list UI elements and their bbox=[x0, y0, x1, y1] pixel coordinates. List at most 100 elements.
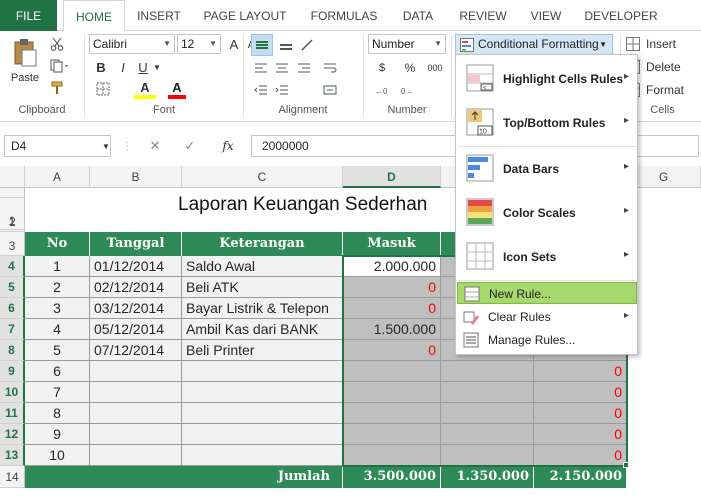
row-header-6[interactable]: 6 bbox=[0, 298, 25, 319]
row-header-12[interactable]: 12 bbox=[0, 424, 25, 445]
borders-icon[interactable] bbox=[92, 80, 114, 98]
cell-tanggal[interactable] bbox=[90, 445, 182, 466]
cell-f[interactable]: 0 bbox=[534, 361, 627, 382]
chevron-down-icon[interactable]: ▼ bbox=[101, 139, 111, 153]
cancel-entry-icon[interactable]: ✕ bbox=[145, 136, 165, 156]
cell-keterangan[interactable]: Bayar Listrik & Telepon bbox=[182, 298, 343, 319]
cell-masuk[interactable]: 0 bbox=[343, 298, 441, 319]
cell-tanggal[interactable] bbox=[90, 424, 182, 445]
orientation-icon[interactable] bbox=[296, 34, 318, 56]
cell-keterangan[interactable] bbox=[182, 445, 343, 466]
tab-review[interactable]: REVIEW bbox=[455, 0, 511, 31]
cut-icon[interactable] bbox=[48, 35, 66, 53]
header-tanggal[interactable]: Tanggal bbox=[90, 232, 182, 256]
menu-top-bottom-rules[interactable]: 10 Top/Bottom Rules ▸ bbox=[457, 101, 637, 145]
total-keluar[interactable]: 1.350.000 bbox=[441, 466, 534, 488]
cell-no[interactable]: 9 bbox=[25, 424, 90, 445]
cell-keterangan[interactable]: Beli Printer bbox=[182, 340, 343, 361]
cell-tanggal[interactable]: 07/12/2014 bbox=[90, 340, 182, 361]
menu-clear-rules[interactable]: Clear Rules ▸ bbox=[457, 306, 637, 328]
increase-decimal-icon[interactable]: ←0 bbox=[372, 80, 394, 100]
cell-masuk[interactable]: 0 bbox=[343, 340, 441, 361]
menu-icon-sets[interactable]: Icon Sets ▸ bbox=[457, 235, 637, 279]
cell-masuk[interactable] bbox=[343, 382, 441, 403]
insert-function-icon[interactable]: fx bbox=[216, 136, 240, 156]
total-masuk[interactable]: 3.500.000 bbox=[343, 466, 441, 488]
cell-e[interactable] bbox=[441, 382, 534, 403]
decrease-decimal-icon[interactable]: 0→ bbox=[398, 80, 420, 100]
cell-e[interactable] bbox=[441, 445, 534, 466]
tab-data[interactable]: DATA bbox=[395, 0, 441, 31]
align-center-icon[interactable] bbox=[272, 58, 292, 78]
row-header-8[interactable]: 8 bbox=[0, 340, 25, 361]
conditional-formatting-button[interactable]: Conditional Formatting ▼ bbox=[455, 34, 613, 55]
menu-highlight-cells-rules[interactable]: < Highlight Cells Rules ▸ bbox=[457, 57, 637, 101]
cell-masuk[interactable] bbox=[343, 361, 441, 382]
cell-masuk[interactable]: 0 bbox=[343, 277, 441, 298]
number-format-combo[interactable]: Number ▼ bbox=[368, 34, 446, 54]
enter-entry-icon[interactable]: ✓ bbox=[180, 136, 200, 156]
cell-masuk[interactable] bbox=[343, 424, 441, 445]
menu-new-rule[interactable]: New Rule... bbox=[457, 282, 637, 304]
row-header-13[interactable]: 13 bbox=[0, 445, 25, 466]
align-left-icon[interactable] bbox=[251, 58, 271, 78]
cell-e[interactable] bbox=[441, 361, 534, 382]
tab-developer[interactable]: DEVELOPER bbox=[580, 0, 662, 31]
header-no[interactable]: No bbox=[25, 232, 90, 256]
tab-home[interactable]: HOME bbox=[63, 0, 125, 32]
cell-keterangan[interactable] bbox=[182, 361, 343, 382]
menu-color-scales[interactable]: Color Scales ▸ bbox=[457, 191, 637, 235]
cell-f[interactable]: 0 bbox=[534, 445, 627, 466]
italic-button[interactable]: I bbox=[114, 58, 132, 76]
tab-view[interactable]: VIEW bbox=[525, 0, 567, 31]
cell-f[interactable]: 0 bbox=[534, 403, 627, 424]
row-header-5[interactable]: 5 bbox=[0, 277, 25, 298]
bold-button[interactable]: B bbox=[92, 58, 110, 76]
row-header-11[interactable]: 11 bbox=[0, 403, 25, 424]
wrap-text-icon[interactable] bbox=[320, 58, 340, 78]
align-middle-icon[interactable] bbox=[251, 34, 273, 56]
copy-icon[interactable] bbox=[48, 57, 72, 75]
underline-button[interactable]: U bbox=[134, 58, 152, 76]
align-right-icon[interactable] bbox=[294, 58, 314, 78]
format-painter-icon[interactable] bbox=[48, 79, 66, 97]
cell-keterangan[interactable]: Saldo Awal bbox=[182, 256, 343, 277]
paste-button[interactable]: Paste bbox=[9, 71, 41, 85]
select-all-corner[interactable] bbox=[0, 166, 25, 188]
cell-e[interactable] bbox=[441, 424, 534, 445]
cell-no[interactable]: 1 bbox=[25, 256, 90, 277]
cell-f[interactable]: 0 bbox=[534, 382, 627, 403]
decrease-indent-icon[interactable] bbox=[251, 80, 271, 100]
column-header-a[interactable]: A bbox=[25, 166, 90, 188]
cell-no[interactable]: 8 bbox=[25, 403, 90, 424]
menu-data-bars[interactable]: Data Bars ▸ bbox=[457, 147, 637, 191]
column-header-c[interactable]: C bbox=[182, 166, 343, 188]
cell-no[interactable]: 4 bbox=[25, 319, 90, 340]
cell-keterangan[interactable] bbox=[182, 403, 343, 424]
comma-style-icon[interactable]: 000 bbox=[422, 58, 448, 78]
cell-no[interactable]: 3 bbox=[25, 298, 90, 319]
menu-manage-rules[interactable]: Manage Rules... bbox=[457, 329, 637, 351]
increase-indent-icon[interactable] bbox=[272, 80, 292, 100]
tab-formulas[interactable]: FORMULAS bbox=[305, 0, 383, 31]
cell-masuk[interactable]: 1.500.000 bbox=[343, 319, 441, 340]
column-header-d[interactable]: D bbox=[343, 166, 441, 188]
cell-no[interactable]: 7 bbox=[25, 382, 90, 403]
merge-center-icon[interactable] bbox=[320, 80, 340, 100]
cell-keterangan[interactable]: Beli ATK bbox=[182, 277, 343, 298]
cell-masuk[interactable] bbox=[343, 445, 441, 466]
cell-no[interactable]: 6 bbox=[25, 361, 90, 382]
font-color-icon[interactable]: A bbox=[168, 79, 186, 99]
row-header-10[interactable]: 10 bbox=[0, 382, 25, 403]
total-saldo[interactable]: 2.150.000 bbox=[534, 466, 627, 488]
row-header-3[interactable]: 3 bbox=[0, 232, 25, 256]
insert-cells-button[interactable]: Insert bbox=[626, 35, 701, 53]
row-header-14[interactable]: 14 bbox=[0, 466, 25, 488]
cell-keterangan[interactable] bbox=[182, 424, 343, 445]
name-box[interactable]: D4 bbox=[4, 135, 111, 157]
fill-color-icon[interactable]: A bbox=[134, 79, 156, 99]
tab-page-layout[interactable]: PAGE LAYOUT bbox=[195, 0, 295, 31]
cell-tanggal[interactable]: 05/12/2014 bbox=[90, 319, 182, 340]
row-header-7[interactable]: 7 bbox=[0, 319, 25, 340]
cell-masuk[interactable] bbox=[343, 403, 441, 424]
